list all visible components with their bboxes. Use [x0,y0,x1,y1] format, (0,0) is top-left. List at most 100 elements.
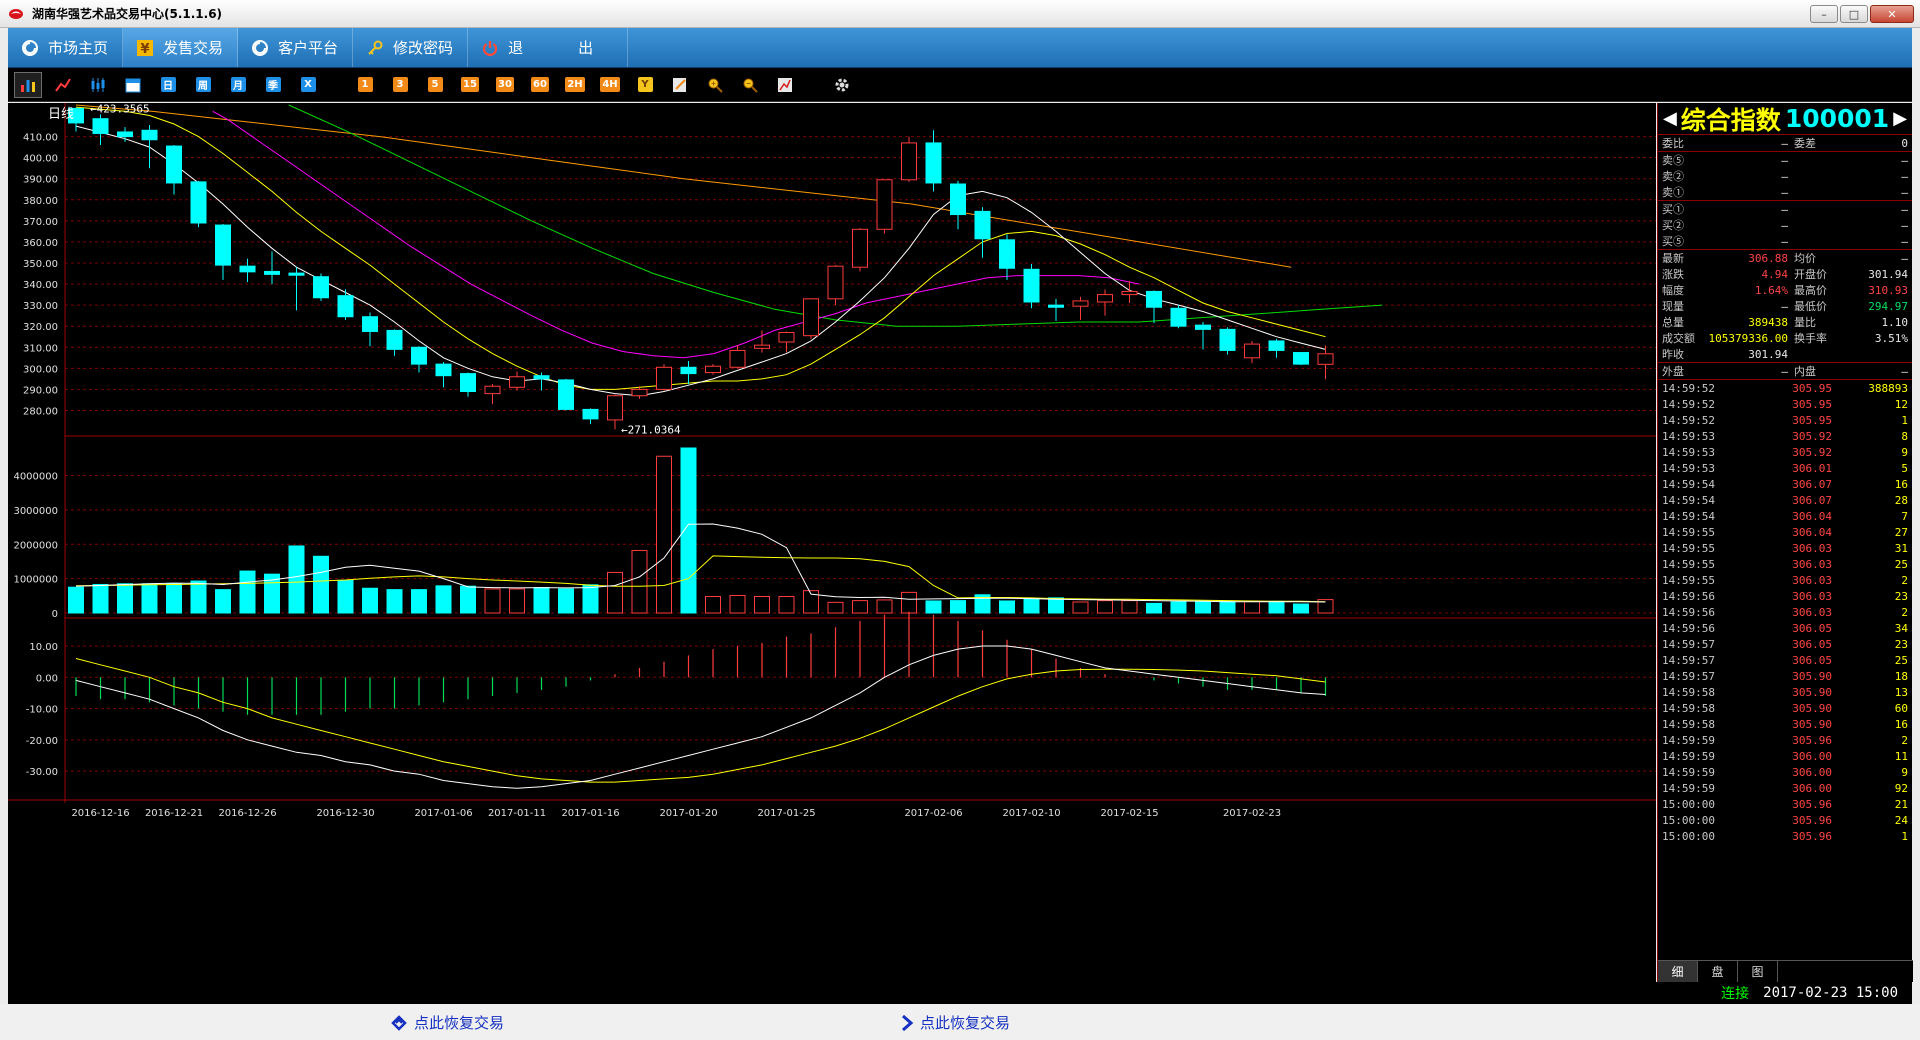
edit-icon [673,77,686,92]
tab-book[interactable]: 盘 [1698,961,1738,982]
tick-row[interactable]: 14:59:54 306.07 16 [1658,476,1912,492]
date-label: 2016-12-16 [71,808,129,819]
tick-price: 306.00 [1792,765,1832,779]
tick-row[interactable]: 14:59:57 306.05 23 [1658,636,1912,652]
line-chart-button[interactable] [49,72,77,98]
book-level: 买① [1662,203,1684,216]
prev-symbol-icon[interactable]: ◀ [1663,108,1677,129]
minute-1-button[interactable]: 1 [351,72,379,98]
tick-row[interactable]: 14:59:52 305.95 388893 [1658,380,1912,396]
candle-body [264,270,280,275]
tick-volume: 9 [1901,445,1908,459]
minute-60-button[interactable]: 60 [526,72,554,98]
price-tick-label: 330.00 [23,301,58,312]
tick-row[interactable]: 14:59:57 306.05 25 [1658,652,1912,668]
tick-row[interactable]: 14:59:59 306.00 92 [1658,780,1912,796]
minute-label: Y [637,77,653,92]
zoom-out-button[interactable] [736,72,764,98]
maximize-button[interactable]: □ [1840,5,1868,23]
tick-row[interactable]: 14:59:54 306.07 28 [1658,492,1912,508]
period-month-button[interactable]: 月 [224,72,252,98]
volume-bar [1195,600,1211,614]
zoom-in-button[interactable] [701,72,729,98]
tick-row[interactable]: 14:59:56 306.05 34 [1658,620,1912,636]
tick-row[interactable]: 14:59:59 306.00 11 [1658,748,1912,764]
next-symbol-icon[interactable]: ▶ [1893,108,1907,129]
period-label: 季 [265,77,281,92]
settings-button[interactable] [828,72,856,98]
tab-detail[interactable]: 细 [1658,961,1698,982]
minute-30-button[interactable]: 30 [491,72,519,98]
candle-body [411,346,427,365]
tick-row[interactable]: 14:59:59 305.96 2 [1658,732,1912,748]
calendar-button[interactable] [119,72,147,98]
bar-chart-button[interactable] [14,71,42,98]
tick-row[interactable]: 14:59:59 306.00 9 [1658,764,1912,780]
tick-row[interactable]: 14:59:55 306.03 25 [1658,556,1912,572]
volume-bar [484,588,501,614]
minimize-button[interactable]: – [1810,5,1838,23]
year-button[interactable]: Y [631,72,659,98]
period-week-button[interactable]: 周 [189,72,217,98]
kline-chart-svg[interactable]: 410.00 400.00 390.00 380.00 370.00 360.00 350.… [8,103,1656,982]
tab-chart[interactable]: 图 [1738,961,1778,982]
stat-value: 105379336.00 [1708,331,1788,345]
tick-time: 14:59:59 [1662,781,1715,795]
minute-15-button[interactable]: 15 [456,72,484,98]
tick-row[interactable]: 14:59:56 306.03 2 [1658,604,1912,620]
volume-bar [362,587,378,614]
restore-trading-link-right[interactable]: 点此恢复交易 [900,1012,1010,1033]
hour-4-button[interactable]: 4H [596,72,624,98]
tick-row[interactable]: 14:59:52 305.95 12 [1658,396,1912,412]
minute-3-button[interactable]: 3 [386,72,414,98]
edit-button[interactable] [666,72,694,98]
tick-price: 305.90 [1792,685,1832,699]
close-button[interactable]: ✕ [1870,5,1914,23]
candle-body [190,181,207,224]
menu-market-home[interactable]: 市场主页 [8,28,124,67]
tick-row[interactable]: 14:59:58 305.90 60 [1658,700,1912,716]
draw-line-button[interactable] [771,72,799,98]
tick-row[interactable]: 15:00:00 305.96 21 [1658,796,1912,812]
tick-row[interactable]: 14:59:53 305.92 8 [1658,428,1912,444]
menu-client-platform[interactable]: 客户平台 [238,28,354,67]
menu-exit[interactable]: 退 出 [468,28,629,67]
restore-trading-label: 点此恢复交易 [414,1014,505,1032]
tick-time: 15:00:00 [1662,813,1715,827]
tick-row[interactable]: 14:59:55 306.03 2 [1658,572,1912,588]
stat-value: — [1901,251,1908,265]
period-quarter-button[interactable]: 季 [259,72,287,98]
tick-row[interactable]: 14:59:58 305.90 16 [1658,716,1912,732]
tick-row[interactable]: 14:59:55 306.04 27 [1658,524,1912,540]
tick-row[interactable]: 15:00:00 305.96 1 [1658,828,1912,844]
candle-body [509,376,525,388]
date-label: 2016-12-30 [316,808,374,819]
candle-body [1195,324,1211,330]
tick-row[interactable]: 14:59:53 305.92 9 [1658,444,1912,460]
period-day-button[interactable]: 日 [154,72,182,98]
tick-row[interactable]: 14:59:53 306.01 5 [1658,460,1912,476]
hour-2-button[interactable]: 2H [561,72,589,98]
stat-label: 最低价 [1794,300,1827,313]
kline-chart[interactable]: 410.00 400.00 390.00 380.00 370.00 360.00 350.… [8,103,1656,982]
date-label: 2017-01-25 [757,808,815,819]
period-custom-button[interactable]: X [294,72,322,98]
tick-row[interactable]: 14:59:52 305.95 1 [1658,412,1912,428]
tick-list[interactable]: 14:59:52 305.95 388893 14:59:52 305.95 12 14:5… [1658,380,1912,844]
tick-row[interactable]: 15:00:00 305.96 24 [1658,812,1912,828]
app-logo-icon [9,8,23,19]
tick-row[interactable]: 14:59:55 306.03 31 [1658,540,1912,556]
candle-body [484,385,501,395]
menu-sale-trading[interactable]: ¥ 发售交易 [123,28,239,67]
restore-trading-link-left[interactable]: 点此恢复交易 [390,1012,504,1033]
tick-row[interactable]: 14:59:58 305.90 13 [1658,684,1912,700]
menu-change-password[interactable]: 修改密码 [353,28,469,67]
low-price-label: ←271.0364 [621,423,681,436]
tick-row[interactable]: 14:59:54 306.04 7 [1658,508,1912,524]
candlestick-button[interactable] [84,72,112,98]
tick-row[interactable]: 14:59:57 305.90 18 [1658,668,1912,684]
minute-5-button[interactable]: 5 [421,72,449,98]
tick-row[interactable]: 14:59:56 306.03 23 [1658,588,1912,604]
volume-bar [827,601,844,614]
candle-body [974,210,991,240]
